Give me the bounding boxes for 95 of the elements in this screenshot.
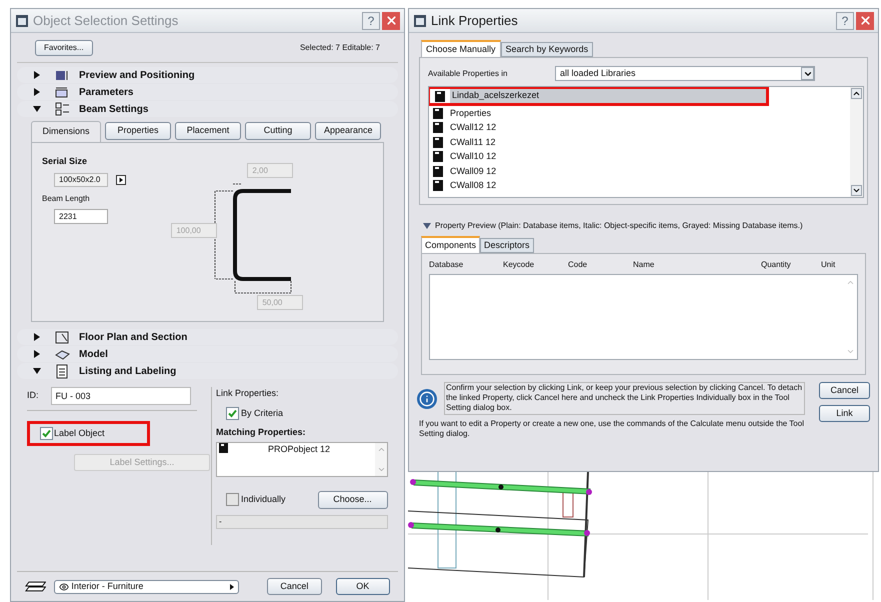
section-title: Listing and Labeling <box>79 364 176 378</box>
list-item[interactable]: Properties <box>448 106 850 120</box>
file-icon <box>433 180 443 192</box>
individually-checkbox[interactable]: Individually <box>226 492 286 506</box>
section-header[interactable]: Beam Settings <box>17 101 398 117</box>
tab[interactable]: Properties <box>105 122 171 140</box>
status-field: - <box>216 514 388 528</box>
tab[interactable]: Placement <box>175 122 241 140</box>
field-label: Link Properties: <box>216 387 280 400</box>
section-header[interactable]: Floor Plan and Section <box>17 329 398 345</box>
list-item[interactable]: CWall12 12 <box>448 121 850 134</box>
tab[interactable]: Cutting <box>245 122 311 140</box>
list-item[interactable]: Lindab_acelszerkezet <box>450 89 766 103</box>
list-item[interactable]: PROPobject 12 <box>268 442 330 456</box>
window-icon <box>413 14 427 28</box>
field-label: Beam Length <box>42 192 91 204</box>
column-header: Quantity <box>761 259 792 271</box>
section-header[interactable]: Model <box>17 346 398 362</box>
help-button[interactable]: ? <box>836 12 854 30</box>
layer-dropdown[interactable]: Interior - Furniture <box>54 580 240 594</box>
section-title: Beam Settings <box>79 102 148 116</box>
field-label: Serial Size <box>42 155 88 168</box>
section-header[interactable]: Preview and Positioning <box>17 67 398 83</box>
section-icon <box>55 330 71 344</box>
collapsed-triangle-icon[interactable] <box>33 333 41 341</box>
section-title: Model <box>79 348 108 362</box>
ok-button[interactable]: OK <box>336 578 390 595</box>
scroll-down-icon[interactable] <box>852 186 861 195</box>
dropdown-arrow-icon <box>230 584 234 590</box>
file-icon <box>435 90 445 102</box>
close-icon <box>384 14 398 27</box>
tab[interactable]: Search by Keywords <box>500 42 594 57</box>
file-icon <box>433 166 443 177</box>
field-label: Matching Properties: <box>216 426 307 439</box>
window-title: Object Selection Settings <box>33 12 178 30</box>
checkbox[interactable] <box>40 427 53 440</box>
checkbox[interactable] <box>226 493 239 506</box>
field-label: Available Properties in <box>428 68 508 80</box>
section-title: Preview and Positioning <box>79 68 195 82</box>
expanded-triangle-icon[interactable] <box>33 105 41 113</box>
cancel-button[interactable]: Cancel <box>819 382 870 399</box>
collapsed-triangle-icon[interactable] <box>33 88 41 96</box>
collapsed-triangle-icon[interactable] <box>33 71 41 79</box>
list-item[interactable]: CWall08 12 <box>448 179 850 192</box>
link-button[interactable]: Link <box>819 405 870 422</box>
layers-icon <box>25 580 46 592</box>
column-header: Database <box>429 259 464 271</box>
scrollbar[interactable] <box>850 87 863 197</box>
arrow-button-icon[interactable] <box>116 174 126 184</box>
close-button[interactable] <box>856 12 874 30</box>
collapsed-triangle-icon[interactable] <box>33 350 41 358</box>
cancel-button[interactable]: Cancel <box>267 578 322 595</box>
file-icon <box>433 136 443 148</box>
info-message: Confirm your selection by clicking Link, or keep your previous selection by clicking Cancel. To detach the linked Property, click Cancel here and uncheck the Link Properties Individually box in the Tool Setting dialog box. <box>444 382 805 415</box>
preview-legend: Property Preview (Plain: Database items, Italic: Object-specific items, Grayed: Missing Database items.) <box>435 220 803 232</box>
window-title: Link Properties <box>431 12 518 30</box>
id-field[interactable]: FU - 003 <box>50 387 191 405</box>
help-button[interactable]: ? <box>362 12 380 30</box>
choose-button[interactable]: Choose... <box>318 490 388 508</box>
eye-icon <box>59 582 70 592</box>
file-icon <box>433 151 443 162</box>
checkbox[interactable] <box>226 406 239 420</box>
label-object-checkbox[interactable]: Label Object <box>40 426 105 440</box>
scroll-up-icon[interactable] <box>852 89 861 98</box>
file-icon <box>433 122 443 134</box>
list-item[interactable]: CWall11 12 <box>448 136 850 149</box>
close-icon <box>858 14 872 27</box>
list-item[interactable]: CWall09 12 <box>448 164 850 178</box>
column-header: Unit <box>821 259 836 271</box>
section-title: Floor Plan and Section <box>79 330 188 344</box>
column-header: Code <box>568 259 588 271</box>
section-icon <box>55 102 71 116</box>
tab[interactable]: Components <box>421 236 480 253</box>
file-icon <box>433 108 443 119</box>
library-dropdown[interactable]: all loaded Libraries <box>555 66 815 81</box>
column-header: Keycode <box>503 259 536 271</box>
by-criteria-checkbox[interactable]: By Criteria <box>226 406 394 420</box>
section-header[interactable]: Parameters <box>17 84 398 100</box>
field-label: ID: <box>27 389 39 402</box>
tab[interactable]: Dimensions <box>31 121 101 142</box>
window-icon <box>15 14 29 28</box>
footer-note: If you want to edit a Property or create a new one, use the commands of the Calculate menu outside the Tool Setting dialog. <box>419 419 805 439</box>
tab[interactable]: Appearance <box>315 122 381 140</box>
column-header: Name <box>633 259 656 271</box>
section-title: Parameters <box>79 86 134 100</box>
serial-size-field[interactable]: 100x50x2.0 <box>54 172 108 186</box>
selection-info: Selected: 7 Editable: 7 <box>300 42 380 54</box>
beam-length-field[interactable]: 2231 <box>54 208 108 224</box>
list-item[interactable]: CWall10 12 <box>448 150 850 164</box>
tab[interactable]: Descriptors <box>480 238 534 253</box>
favorites-button[interactable]: Favorites... <box>35 40 93 56</box>
section-header[interactable]: Listing and Labeling <box>17 363 398 379</box>
close-button[interactable] <box>382 12 400 30</box>
expanded-triangle-icon[interactable] <box>33 367 41 375</box>
tab[interactable]: Choose Manually <box>421 40 501 57</box>
